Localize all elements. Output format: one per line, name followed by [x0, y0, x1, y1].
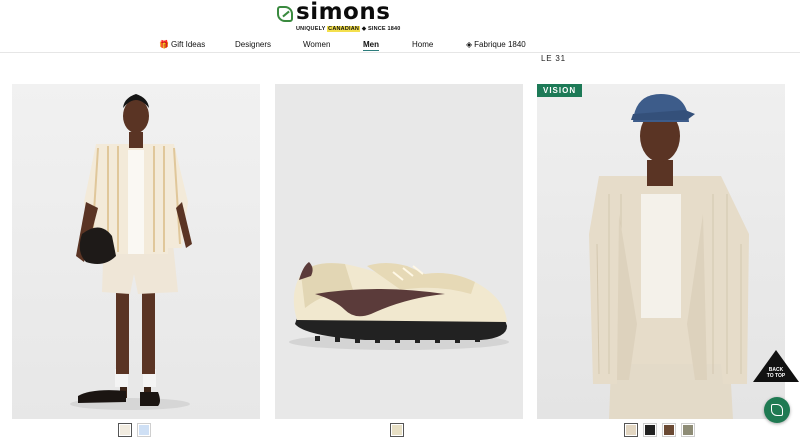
swatches-product-2 [390, 423, 404, 437]
simons-logo[interactable]: simons UNIQUELY CANADIAN ◆ SINCE 1840 [277, 0, 409, 35]
site-header: simons UNIQUELY CANADIAN ◆ SINCE 1840 🎁 G… [0, 0, 800, 53]
nav-fabrique-1840[interactable]: ◈ Fabrique 1840 [466, 40, 526, 49]
swatches-product-1 [118, 423, 151, 437]
vision-badge: VISION [537, 84, 583, 97]
color-swatch[interactable] [624, 423, 638, 437]
nav-home[interactable]: Home [412, 40, 433, 49]
leaf-icon: ◈ [466, 40, 473, 49]
logo-wordmark: simons [296, 0, 391, 25]
color-swatch[interactable] [137, 423, 151, 437]
color-swatch[interactable] [681, 423, 695, 437]
swatch-fill [645, 425, 655, 435]
product-image-model-linen [589, 94, 749, 419]
main-nav: 🎁 Gift Ideas Designers Women Men Home ◈ Fa… [0, 39, 800, 53]
color-swatch[interactable] [662, 423, 676, 437]
nav-women[interactable]: Women [303, 40, 330, 49]
swatch-fill [626, 425, 636, 435]
back-to-top-button[interactable]: BACK TO TOP [753, 350, 799, 382]
swatch-fill [392, 425, 402, 435]
leaf-chat-icon [771, 404, 783, 416]
collection-label: LE 31 [541, 54, 566, 63]
product-image-sneaker [289, 262, 509, 350]
nav-designers[interactable]: Designers [235, 40, 271, 49]
color-swatch[interactable] [118, 423, 132, 437]
swatch-fill [683, 425, 693, 435]
leaf-logo-icon [277, 6, 293, 22]
color-swatch[interactable] [643, 423, 657, 437]
swatch-fill [120, 425, 130, 435]
product-card-sneaker[interactable] [275, 84, 523, 419]
product-image-model-striped [70, 94, 192, 410]
back-to-top-label: BACK TO TOP [766, 367, 786, 379]
swatch-fill [139, 425, 149, 435]
product-card-linen-shirt[interactable]: VISION [537, 84, 785, 419]
chat-button[interactable] [764, 397, 790, 423]
swatch-fill [664, 425, 674, 435]
nav-men[interactable]: Men [363, 40, 379, 51]
swatches-product-3 [624, 423, 695, 437]
gift-icon: 🎁 [159, 40, 169, 49]
color-swatch[interactable] [390, 423, 404, 437]
logo-tagline: UNIQUELY CANADIAN ◆ SINCE 1840 [296, 26, 401, 32]
product-card-striped-shirt[interactable] [12, 84, 260, 419]
nav-gift-ideas[interactable]: 🎁 Gift Ideas [159, 40, 205, 49]
